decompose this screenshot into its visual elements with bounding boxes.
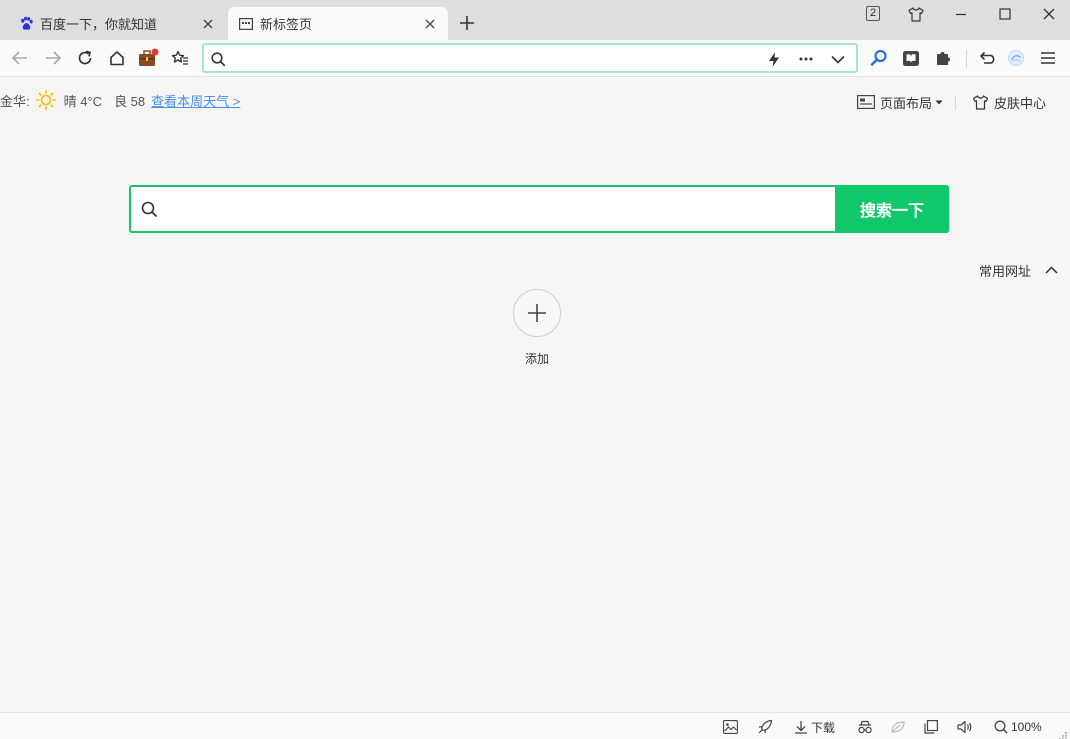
- home-icon: [110, 51, 124, 66]
- close-window-button[interactable]: [1036, 3, 1062, 25]
- zoom-level: 100%: [1011, 720, 1042, 734]
- download-button[interactable]: 下载: [794, 718, 835, 736]
- image-mode-button[interactable]: [723, 718, 741, 736]
- speaker-icon: [957, 720, 972, 734]
- account-button[interactable]: [1002, 44, 1030, 72]
- shirt-icon: [908, 6, 924, 22]
- image-icon: [723, 720, 738, 734]
- maximize-icon: [999, 8, 1011, 20]
- menu-button[interactable]: [1034, 44, 1062, 72]
- hamburger-menu-icon: [1041, 52, 1055, 64]
- search-icon: [139, 199, 159, 219]
- shirt-icon: [972, 94, 989, 110]
- resize-grip-icon: [1059, 732, 1067, 739]
- search-input[interactable]: [167, 197, 827, 221]
- star-list-icon: [171, 50, 188, 65]
- reader-button[interactable]: [897, 44, 925, 72]
- toolbar: [0, 40, 1070, 77]
- night-mode-button[interactable]: [890, 718, 909, 736]
- tab-new[interactable]: 新标签页: [228, 7, 448, 40]
- incognito-button[interactable]: [857, 718, 876, 736]
- favorites-button[interactable]: [166, 44, 194, 72]
- forward-button[interactable]: [39, 44, 67, 72]
- common-sites-toggle[interactable]: 常用网址: [979, 262, 1058, 279]
- tab-strip: 百度一下，你就知道 新标签页 2: [0, 0, 1070, 40]
- search-box: 搜索一下: [129, 185, 949, 233]
- plus-icon: [460, 16, 474, 30]
- search-tool-button[interactable]: [865, 44, 893, 72]
- tab-baidu[interactable]: 百度一下，你就知道: [8, 7, 226, 40]
- minimize-icon: [956, 13, 966, 16]
- baidu-paw-icon: [18, 16, 34, 32]
- arrow-left-icon: [12, 51, 27, 65]
- close-icon: [1043, 8, 1055, 20]
- plus-icon: [528, 304, 546, 322]
- rocket-icon: [758, 719, 773, 734]
- search-button[interactable]: 搜索一下: [835, 185, 949, 233]
- tab-title: 新标签页: [260, 17, 313, 32]
- page-layout-button[interactable]: 页面布局: [857, 92, 943, 112]
- topright-separator: [955, 96, 956, 110]
- briefcase-icon: [139, 48, 159, 66]
- home-button[interactable]: [103, 44, 131, 72]
- volume-button[interactable]: [957, 718, 976, 736]
- back-button[interactable]: [6, 44, 34, 72]
- air-quality: 良 58: [114, 93, 146, 109]
- new-tab-button[interactable]: [456, 12, 478, 34]
- add-site-label: 添加: [524, 352, 549, 366]
- minimize-button[interactable]: [948, 3, 974, 25]
- skin-shirt-button[interactable]: [903, 3, 929, 25]
- status-bar: 下载 100%: [0, 712, 1070, 739]
- search-icon: [208, 49, 228, 69]
- weather-widget: 金华: 晴 4°C 良 58 查看本周天气 >: [0, 90, 240, 110]
- close-tab-icon[interactable]: [422, 16, 438, 32]
- download-icon: [795, 721, 807, 734]
- zoom-icon: [994, 720, 1008, 734]
- chevron-down-icon[interactable]: [828, 49, 848, 69]
- chevron-up-icon: [1045, 266, 1058, 274]
- maximize-button[interactable]: [992, 3, 1018, 25]
- puzzle-icon: [937, 52, 950, 65]
- tab-title: 百度一下，你就知道: [40, 17, 158, 32]
- add-site-button[interactable]: [513, 289, 561, 337]
- undo-button[interactable]: [973, 44, 1001, 72]
- toolbox-button[interactable]: [134, 44, 162, 72]
- incognito-glasses-icon: [858, 720, 872, 734]
- address-bar[interactable]: [202, 43, 858, 73]
- screenshot-button[interactable]: [924, 718, 941, 736]
- window-copy-icon: [924, 720, 938, 734]
- weather-city: 金华:: [0, 93, 30, 109]
- resize-grip[interactable]: [1058, 727, 1070, 739]
- more-icon[interactable]: [796, 49, 816, 69]
- weekly-weather-link[interactable]: 查看本周天气 >: [151, 91, 240, 110]
- common-sites-label: 常用网址: [979, 263, 1032, 279]
- skin-center-button[interactable]: 皮肤中心: [972, 92, 1046, 112]
- leaf-icon: [891, 721, 905, 733]
- lightning-icon[interactable]: [764, 49, 784, 69]
- zoom-button[interactable]: 100%: [994, 718, 1042, 736]
- reload-button[interactable]: [71, 44, 99, 72]
- avatar-icon: [1008, 50, 1024, 66]
- skin-center-label: 皮肤中心: [994, 95, 1047, 111]
- page-layout-label: 页面布局: [880, 95, 933, 111]
- reload-icon: [78, 50, 92, 65]
- weather-condition: 晴 4°C: [63, 93, 103, 109]
- download-label: 下载: [811, 720, 836, 735]
- arrow-right-icon: [46, 51, 61, 65]
- speedup-button[interactable]: [757, 718, 776, 736]
- caret-down-icon: [935, 100, 943, 104]
- layout-icon: [857, 95, 875, 109]
- extensions-button[interactable]: [929, 44, 957, 72]
- newtab-page-icon: [238, 16, 254, 32]
- toolbar-separator: [966, 50, 967, 68]
- tab-count-badge[interactable]: 2: [866, 6, 880, 21]
- undo-icon: [979, 51, 994, 64]
- address-input[interactable]: [234, 48, 754, 68]
- close-tab-icon[interactable]: [200, 16, 216, 32]
- book-icon: [903, 50, 919, 66]
- magnifier-blue-icon: [870, 49, 887, 66]
- sunny-icon: [35, 90, 56, 110]
